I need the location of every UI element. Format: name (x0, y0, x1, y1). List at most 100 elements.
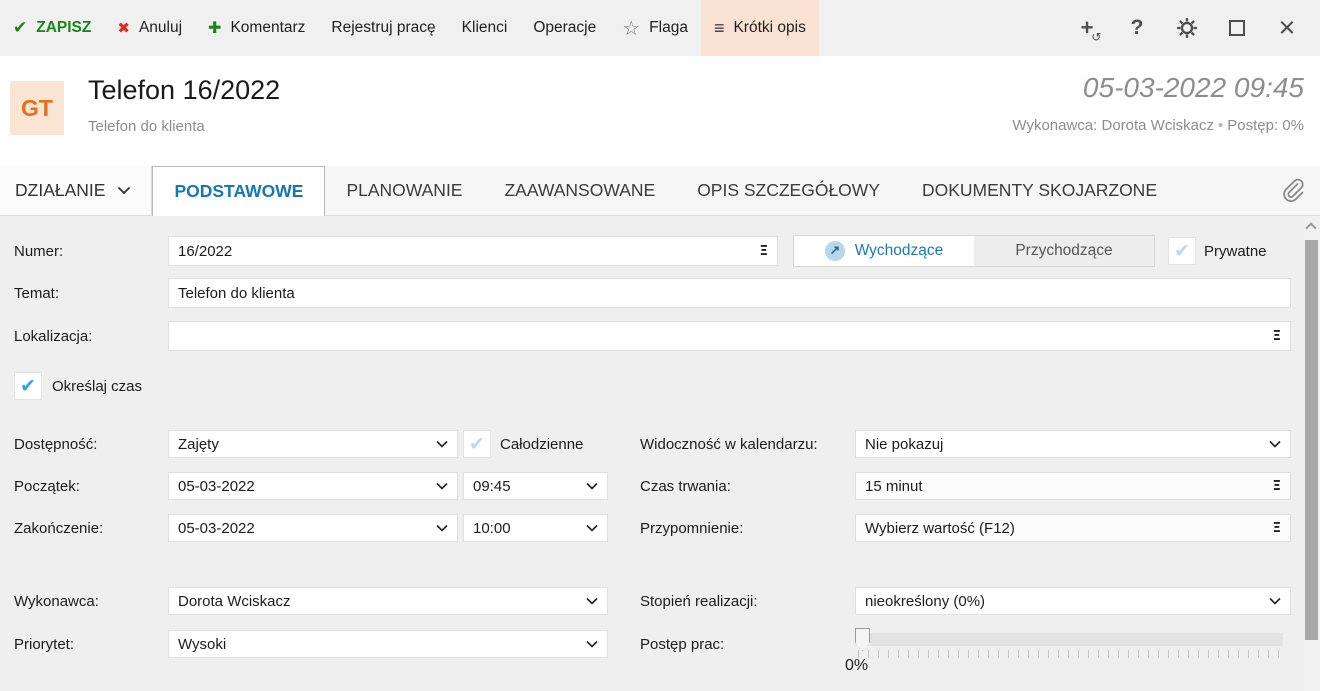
wykonawca-select[interactable]: Dorota Wciskacz (168, 587, 608, 615)
activity-window: ✔ ZAPISZ ✖ Anuluj ✚ Komentarz Rejestruj … (0, 0, 1320, 691)
priorytet-label: Priorytet: (14, 636, 74, 653)
poczatek-time-select[interactable]: 09:45 (463, 472, 608, 500)
header: GT Telefon 16/2022 Telefon do klienta 05… (0, 56, 1320, 166)
window-controls: +↺ ? × (1062, 0, 1320, 56)
scrollbar-thumb[interactable] (1305, 240, 1318, 640)
scrollbar-up-icon[interactable] (1305, 222, 1316, 233)
field-menu-icon[interactable]: Ξ (1272, 520, 1281, 536)
poczatek-date-select[interactable]: 05-03-2022 (168, 472, 458, 500)
hamburger-icon: ≡ (714, 18, 725, 39)
cancel-button[interactable]: ✖ Anuluj (104, 0, 195, 56)
clients-button[interactable]: Klienci (449, 0, 521, 56)
direction-outgoing-button[interactable]: ↗ Wychodzące (794, 236, 974, 266)
widocznosc-value: Nie pokazuj (865, 436, 943, 453)
vertical-scrollbar[interactable] (1303, 216, 1320, 691)
register-work-button[interactable]: Rejestruj pracę (318, 0, 448, 56)
attachments-button[interactable] (1281, 166, 1320, 215)
tab-zaawansowane[interactable]: ZAAWANSOWANE (483, 166, 676, 215)
tab-opis-szczegolowy[interactable]: OPIS SZCZEGÓŁOWY (676, 166, 901, 215)
clients-label: Klienci (462, 19, 508, 37)
temat-field[interactable]: Telefon do klienta (168, 278, 1291, 308)
tab-podstawowe[interactable]: PODSTAWOWE (152, 166, 325, 216)
calodzienne-checkbox[interactable]: ✔ (463, 430, 491, 458)
outgoing-arrow-icon: ↗ (825, 241, 845, 261)
header-executor: Wykonawca: Dorota Wciskacz (1012, 117, 1214, 134)
chevron-down-icon (436, 482, 448, 490)
close-icon: × (1279, 14, 1296, 43)
save-label: ZAPISZ (36, 19, 91, 37)
zakonczenie-date-select[interactable]: 05-03-2022 (168, 514, 458, 542)
tab-dokumenty-skojarzone[interactable]: DOKUMENTY SKOJARZONE (901, 166, 1178, 215)
flag-button[interactable]: ☆ Flaga (609, 0, 701, 56)
okreslaj-czas-label: Określaj czas (52, 378, 142, 395)
wykonawca-value: Dorota Wciskacz (178, 593, 291, 610)
field-menu-icon[interactable]: Ξ (1272, 478, 1281, 494)
toolbar: ✔ ZAPISZ ✖ Anuluj ✚ Komentarz Rejestruj … (0, 0, 1320, 56)
dostepnosc-select[interactable]: Zajęty (168, 430, 458, 458)
chevron-down-icon (436, 440, 448, 448)
calodzienne-label: Całodzienne (500, 436, 583, 453)
field-menu-icon[interactable]: Ξ (759, 243, 768, 259)
direction-toggle: ↗ Wychodzące Przychodzące (793, 235, 1155, 267)
przypomnienie-field[interactable]: Wybierz wartość (F12) Ξ (855, 514, 1291, 542)
widocznosc-select[interactable]: Nie pokazuj (855, 430, 1291, 458)
plus-icon: ✚ (208, 18, 221, 38)
dostepnosc-value: Zajęty (178, 436, 219, 453)
stopien-realizacji-select[interactable]: nieokreślony (0%) (855, 587, 1291, 615)
lokalizacja-field[interactable]: Ξ (168, 321, 1291, 351)
stopien-realizacji-label: Stopień realizacji: (640, 593, 758, 610)
check-icon: ✔ (13, 18, 27, 38)
check-icon: ✔ (20, 375, 36, 398)
zakonczenie-time-value: 10:00 (473, 520, 511, 537)
przypomnienie-value: Wybierz wartość (F12) (865, 520, 1015, 537)
czas-trwania-label: Czas trwania: (640, 478, 731, 495)
short-description-button[interactable]: ≡ Krótki opis (701, 0, 819, 56)
okreslaj-czas-checkbox[interactable]: ✔ (14, 372, 42, 400)
add-window-icon: +↺ (1081, 17, 1094, 39)
paperclip-icon (1281, 178, 1305, 204)
page-subtitle: Telefon do klienta (88, 118, 205, 135)
operations-button[interactable]: Operacje (520, 0, 609, 56)
priorytet-select[interactable]: Wysoki (168, 630, 608, 658)
tab-bar: DZIAŁANIE PODSTAWOWE PLANOWANIE ZAAWANSO… (0, 166, 1320, 216)
zakonczenie-time-select[interactable]: 10:00 (463, 514, 608, 542)
comment-button[interactable]: ✚ Komentarz (195, 0, 318, 56)
numer-field[interactable]: 16/2022 Ξ (168, 236, 778, 266)
operations-label: Operacje (533, 19, 596, 37)
prywatne-checkbox[interactable]: ✔ (1168, 237, 1196, 265)
temat-label: Temat: (14, 285, 59, 302)
settings-button[interactable] (1162, 0, 1212, 56)
tab-planowanie[interactable]: PLANOWANIE (325, 166, 483, 215)
save-button[interactable]: ✔ ZAPISZ (0, 0, 104, 56)
page-title: Telefon 16/2022 (88, 75, 280, 106)
direction-incoming-button[interactable]: Przychodzące (974, 236, 1154, 266)
help-button[interactable]: ? (1112, 0, 1162, 56)
zakonczenie-date-value: 05-03-2022 (178, 520, 255, 537)
zakonczenie-label: Zakończenie: (14, 520, 103, 537)
widocznosc-label: Widoczność w kalendarzu: (640, 436, 818, 453)
chevron-down-icon (1269, 440, 1281, 448)
check-icon: ✔ (1174, 240, 1190, 263)
help-icon: ? (1131, 16, 1144, 40)
cancel-label: Anuluj (139, 19, 182, 37)
header-progress: Postęp: 0% (1227, 117, 1304, 134)
progress-slider-track[interactable] (855, 633, 1283, 646)
maximize-button[interactable] (1212, 0, 1262, 56)
numer-value: 16/2022 (178, 243, 232, 260)
header-meta: Wykonawca: Dorota Wciskacz•Postęp: 0% (1012, 117, 1304, 134)
field-menu-icon[interactable]: Ξ (1272, 328, 1281, 344)
chevron-down-icon (436, 524, 448, 532)
priorytet-value: Wysoki (178, 636, 226, 653)
progress-slider-ticks (858, 650, 1282, 658)
dostepnosc-label: Dostępność: (14, 436, 97, 453)
gt-badge: GT (10, 81, 64, 135)
action-menu-button[interactable]: DZIAŁANIE (0, 166, 152, 215)
new-window-button[interactable]: +↺ (1062, 0, 1112, 56)
wykonawca-label: Wykonawca: (14, 593, 99, 610)
close-button[interactable]: × (1262, 0, 1312, 56)
check-icon: ✔ (469, 433, 485, 456)
progress-slider-thumb[interactable] (855, 628, 870, 651)
czas-trwania-field[interactable]: 15 minut Ξ (855, 472, 1291, 500)
chevron-down-icon (586, 640, 598, 648)
direction-incoming-label: Przychodzące (1015, 242, 1112, 260)
